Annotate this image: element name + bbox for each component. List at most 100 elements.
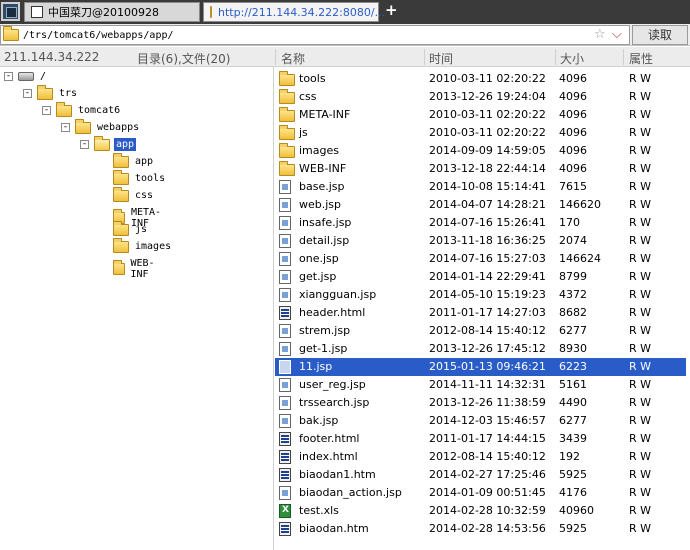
file-size: 4490 [559,396,587,409]
file-size: 6223 [559,360,587,373]
file-attr: R W [629,486,652,499]
read-button[interactable]: 读取 [632,25,688,45]
column-divider [623,49,624,65]
file-row[interactable]: biaodan_action.jsp 2014-01-09 00:51:45 417… [275,484,686,502]
file-time: 2014-02-28 14:53:56 [429,522,546,535]
file-name: test.xls [299,504,339,517]
file-attr: R W [629,198,652,211]
file-row[interactable]: META-INF 2010-03-11 02:20:22 4096 R W [275,106,686,124]
file-icon [279,396,291,410]
chevron-down-icon[interactable]: ⌵ [612,27,622,42]
folder-icon [113,186,129,202]
folder-icon [210,6,212,18]
file-row[interactable]: insafe.jsp 2014-07-16 15:26:41 170 R W [275,214,686,232]
file-attr: R W [629,90,652,103]
tree-node-label: js [135,224,148,235]
file-row[interactable]: 11.jsp 2015-01-13 09:46:21 6223 R W [275,358,686,376]
file-attr: R W [629,162,652,175]
file-attr: R W [629,180,652,193]
file-row[interactable]: js 2010-03-11 02:20:22 4096 R W [275,124,686,142]
tab-label: 中国菜刀@20100928 [48,6,159,19]
file-size: 3439 [559,432,587,445]
col-time-header[interactable]: 时间 [429,50,453,67]
file-row[interactable]: get-1.jsp 2013-12-26 17:45:12 8930 R W [275,340,686,358]
file-size: 146620 [559,198,601,211]
folder-icon [279,125,295,140]
tree-node-label: trs [59,88,78,99]
file-name: footer.html [299,432,360,445]
file-row[interactable]: one.jsp 2014-07-16 15:27:03 146624 R W [275,250,686,268]
file-attr: R W [629,288,652,301]
folder-icon [113,169,129,185]
expand-toggle-icon[interactable]: - [42,106,51,115]
file-row[interactable]: WEB-INF 2013-12-18 22:44:14 4096 R W [275,160,686,178]
file-row[interactable]: xiangguan.jsp 2014-05-10 15:19:23 4372 R W [275,286,686,304]
file-row[interactable]: images 2014-09-09 14:59:05 4096 R W [275,142,686,160]
tree-node-label: / [40,71,47,82]
file-size: 8682 [559,306,587,319]
file-row[interactable]: trssearch.jsp 2013-12-26 11:38:59 4490 R W [275,394,686,412]
folder-icon [75,118,91,134]
file-icon [279,324,291,338]
favorite-star-icon[interactable]: ☆ [594,27,606,42]
file-row[interactable]: get.jsp 2014-01-14 22:29:41 8799 R W [275,268,686,286]
file-attr: R W [629,342,652,355]
file-attr: R W [629,504,652,517]
folder-icon [56,101,72,117]
file-size: 170 [559,216,580,229]
tab-url[interactable]: http://211.144.34.222:8080/... [203,2,385,22]
file-size: 4096 [559,108,587,121]
file-row[interactable]: footer.html 2011-01-17 14:44:15 3439 R W [275,430,686,448]
file-time: 2014-07-16 15:27:03 [429,252,546,265]
file-row[interactable]: base.jsp 2014-10-08 15:14:41 7615 R W [275,178,686,196]
file-row[interactable]: strem.jsp 2012-08-14 15:40:12 6277 R W [275,322,686,340]
file-row[interactable]: detail.jsp 2013-11-18 16:36:25 2074 R W [275,232,686,250]
file-name: biaodan1.htm [299,468,376,481]
tree-node-label: tools [135,173,166,184]
app-menu-icon[interactable] [1,2,20,21]
file-row[interactable]: web.jsp 2014-04-07 14:28:21 146620 R W [275,196,686,214]
file-icon [279,360,291,374]
address-bar: /trs/tomcat6/webapps/app/ ☆ ⌵ 读取 [0,24,690,46]
html-file-icon [279,468,291,482]
expand-toggle-icon[interactable]: - [61,123,70,132]
file-row[interactable]: index.html 2012-08-14 15:40:12 192 R W [275,448,686,466]
file-name: tools [299,72,326,85]
expand-toggle-icon[interactable]: - [4,72,13,81]
file-row[interactable]: css 2013-12-26 19:24:04 4096 R W [275,88,686,106]
expand-toggle-icon[interactable]: - [23,89,32,98]
file-row[interactable]: header.html 2011-01-17 14:27:03 8682 R W [275,304,686,322]
file-time: 2011-01-17 14:27:03 [429,306,546,319]
file-list: tools 2010-03-11 02:20:22 4096 R W css 2013-1… [275,67,690,550]
file-size: 4372 [559,288,587,301]
col-size-header[interactable]: 大小 [560,50,584,67]
file-row[interactable]: bak.jsp 2014-12-03 15:46:57 6277 R W [275,412,686,430]
file-row[interactable]: user_reg.jsp 2014-11-11 14:32:31 5161 R W [275,376,686,394]
folder-icon [279,107,295,122]
expand-toggle-icon[interactable]: - [80,140,89,149]
html-file-icon [279,306,291,320]
folder-open-icon [94,135,110,151]
host-label: 211.144.34.222 [4,50,100,64]
file-attr: R W [629,522,652,535]
col-name-header[interactable]: 名称 [281,50,305,67]
file-attr: R W [629,216,652,229]
file-row[interactable]: biaodan.htm 2014-02-28 14:53:56 5925 R W [275,520,686,538]
file-time: 2013-12-18 22:44:14 [429,162,546,175]
file-row[interactable]: biaodan1.htm 2014-02-27 17:25:46 5925 R W [275,466,686,484]
new-tab-button[interactable]: + [385,1,398,19]
col-attr-header[interactable]: 属性 [629,50,653,67]
file-attr: R W [629,414,652,427]
column-divider [275,49,276,65]
html-file-icon [279,522,291,536]
column-divider [555,49,556,65]
file-time: 2014-01-09 00:51:45 [429,486,546,499]
file-row[interactable]: test.xls 2014-02-28 10:32:59 40960 R W [275,502,686,520]
tab-caidao[interactable]: 中国菜刀@20100928 [24,2,200,22]
tree-node-label: css [135,190,154,201]
file-size: 2074 [559,234,587,247]
html-file-icon [279,432,291,446]
file-row[interactable]: tools 2010-03-11 02:20:22 4096 R W [275,70,686,88]
file-size: 5925 [559,522,587,535]
path-input[interactable]: /trs/tomcat6/webapps/app/ [0,25,630,45]
